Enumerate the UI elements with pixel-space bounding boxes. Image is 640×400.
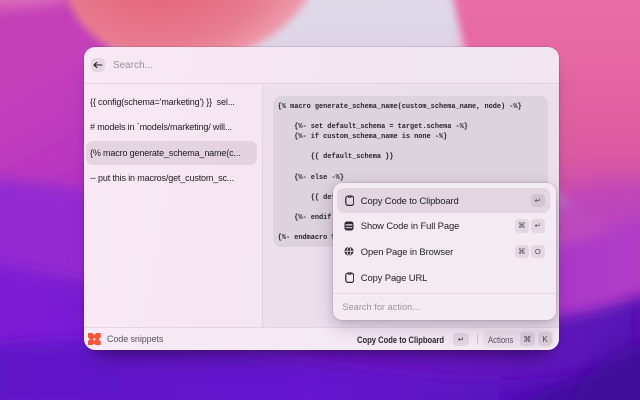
menu-item-copy-code[interactable]: Copy Code to Clipboard ↵ xyxy=(337,188,550,213)
menu-item-show-code[interactable]: Show Code in Full Page ⌘ ↵ xyxy=(337,214,549,239)
actions-menu: Copy Code to Clipboard ↵ Show Code in Fu… xyxy=(333,183,556,289)
actions-popup: Copy Code to Clipboard ↵ Show Code in Fu… xyxy=(332,183,556,320)
o-key-badge: O xyxy=(531,244,545,259)
app-window-icon xyxy=(344,220,354,231)
enter-key-badge: ↵ xyxy=(452,332,470,346)
actions-label: Actions xyxy=(487,335,514,346)
clipboard-icon xyxy=(344,271,354,283)
search-input[interactable]: Search... xyxy=(113,60,153,71)
list-item-selected[interactable]: {% macro generate_schema_name(c... xyxy=(85,140,257,165)
footer-divider xyxy=(477,334,479,344)
code-snippets-extension-icon xyxy=(88,332,101,346)
code-line: {%- if custom_schema_name is none -%} xyxy=(277,133,448,142)
actions-key-badges: ⌘ K xyxy=(519,332,552,346)
actions-button[interactable]: Actions ⌘ K xyxy=(483,330,554,348)
menu-item-open-browser[interactable]: Open Page in Browser ⌘ O xyxy=(337,239,549,264)
action-search-input[interactable]: Search for action... xyxy=(333,294,556,320)
shortcut-badges: ↵ xyxy=(531,193,545,207)
footer-bar: Code snippets Copy Code to Clipboard ↵ A… xyxy=(84,327,559,350)
shortcut-badges: ⌘ ↵ xyxy=(515,219,545,233)
clipboard-icon xyxy=(344,194,354,206)
list-item[interactable]: {{ config(schema='marketing') }} sel... xyxy=(86,90,257,114)
cmd-key-badge: ⌘ xyxy=(515,244,529,259)
cmd-key-badge: ⌘ xyxy=(515,219,529,233)
k-key-badge: K xyxy=(538,332,552,346)
extension-name: Code snippets xyxy=(107,334,164,344)
list-item[interactable]: -- put this in macros/get_custom_sc... xyxy=(86,166,257,190)
code-line: {% macro generate_schema_name(custom_sch… xyxy=(277,103,522,111)
enter-key-badge: ↵ xyxy=(531,193,545,207)
menu-item-copy-url[interactable]: Copy Page URL xyxy=(337,265,549,290)
globe-icon xyxy=(344,246,354,257)
code-line: {%- set default_schema = target.schema -… xyxy=(277,123,468,132)
snippet-list: {{ config(schema='marketing') }} sel... … xyxy=(84,85,263,327)
arrow-left-icon xyxy=(93,61,103,69)
footer-actions: Copy Code to Clipboard ↵ Actions ⌘ K xyxy=(357,330,554,348)
raycast-window: Search... {{ config(schema='marketing') … xyxy=(84,47,559,350)
back-button[interactable] xyxy=(91,58,105,72)
shortcut-badges: ⌘ O xyxy=(515,244,545,259)
search-header: Search... xyxy=(84,47,559,84)
code-line: {{ default_schema }} xyxy=(277,153,394,162)
code-line: {%- else -%} xyxy=(277,173,344,182)
list-item[interactable]: # models in `models/marketing/ will... xyxy=(86,115,257,139)
enter-key-badge: ↵ xyxy=(531,219,545,233)
primary-action-button[interactable]: Copy Code to Clipboard xyxy=(357,330,444,348)
cmd-key-badge: ⌘ xyxy=(519,332,535,346)
